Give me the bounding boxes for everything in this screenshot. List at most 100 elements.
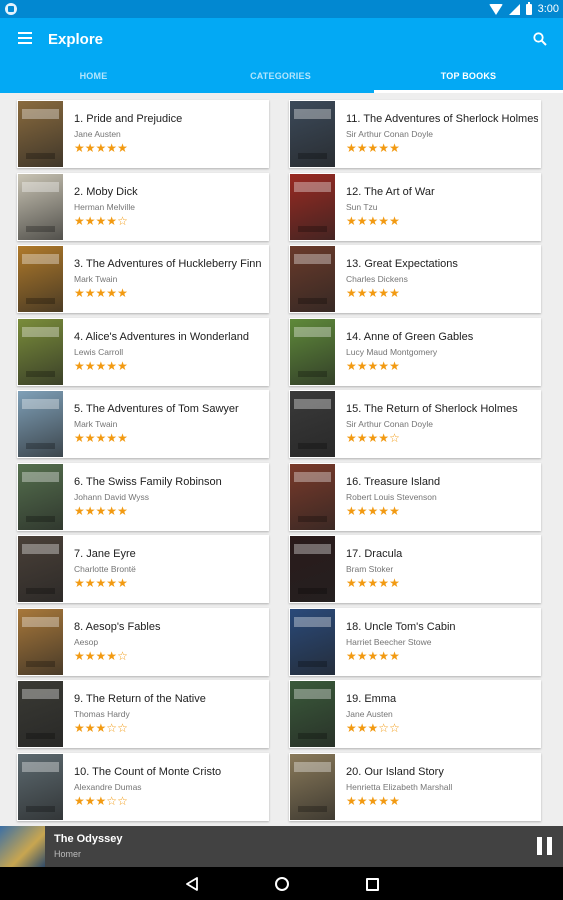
tab-categories[interactable]: CATEGORIES xyxy=(187,63,374,93)
star-filled-icon: ★ xyxy=(117,431,128,445)
book-list: 1. Pride and Prejudice Jane Austen ★★★★★ 2.… xyxy=(0,93,563,826)
star-filled-icon: ★ xyxy=(117,358,128,373)
book-card[interactable]: 4. Alice's Adventures in Wonderland Lewis… xyxy=(17,317,269,386)
book-author: Henrietta Elizabeth Marshall xyxy=(346,781,453,792)
star-filled-icon: ★ xyxy=(346,358,357,373)
star-filled-icon: ★ xyxy=(117,141,128,155)
wifi-icon xyxy=(488,3,503,15)
star-filled-icon: ★ xyxy=(367,213,379,228)
tab-top-books[interactable]: TOP BOOKS xyxy=(374,63,563,93)
book-cover-image xyxy=(18,391,63,457)
star-empty-icon: ☆ xyxy=(106,721,118,735)
book-card[interactable]: 1. Pride and Prejudice Jane Austen ★★★★★ xyxy=(17,100,269,168)
rating-stars: ★★★☆☆ xyxy=(74,722,128,734)
star-filled-icon: ★ xyxy=(367,793,379,808)
book-card[interactable]: 20. Our Island Story Henrietta Elizabeth … xyxy=(289,752,541,821)
rating-stars: ★★★★☆ xyxy=(346,432,400,444)
star-filled-icon: ★ xyxy=(106,213,118,228)
book-title: 7. Jane Eyre xyxy=(74,548,136,560)
star-filled-icon: ★ xyxy=(356,721,368,735)
rating-stars: ★★★★★ xyxy=(74,142,128,154)
star-empty-icon: ☆ xyxy=(117,793,128,808)
book-author: Charles Dickens xyxy=(346,274,408,284)
star-filled-icon: ★ xyxy=(84,358,96,373)
book-card[interactable]: 16. Treasure Island Robert Louis Stevenso… xyxy=(289,462,541,531)
book-card[interactable]: 3. The Adventures of Huckleberry Finn Mar… xyxy=(17,245,269,313)
book-card[interactable]: 13. Great Expectations Charles Dickens ★★★… xyxy=(289,245,541,313)
star-filled-icon: ★ xyxy=(74,431,85,445)
book-card[interactable]: 9. The Return of the Native Thomas Hardy ★… xyxy=(17,680,269,748)
book-author: Thomas Hardy xyxy=(74,709,130,719)
star-filled-icon: ★ xyxy=(106,648,118,663)
book-card[interactable]: 7. Jane Eyre Charlotte Brontë ★★★★★ xyxy=(17,535,269,603)
book-title: 17. Dracula xyxy=(346,548,403,560)
battery-icon xyxy=(525,1,532,15)
star-filled-icon: ★ xyxy=(95,721,107,735)
star-filled-icon: ★ xyxy=(389,286,400,300)
book-author: Robert Louis Stevenson xyxy=(346,491,437,502)
book-author: Charlotte Brontë xyxy=(74,564,136,574)
book-card[interactable]: 2. Moby Dick Herman Melville ★★★★☆ xyxy=(17,172,269,241)
book-card[interactable]: 8. Aesop's Fables Aesop ★★★★☆ xyxy=(17,607,269,676)
star-filled-icon: ★ xyxy=(74,648,85,663)
pause-icon[interactable] xyxy=(537,837,553,855)
book-card[interactable]: 6. The Swiss Family Robinson Johann David… xyxy=(17,462,269,531)
back-icon[interactable] xyxy=(186,877,198,891)
book-card[interactable]: 15. The Return of Sherlock Holmes Sir Art… xyxy=(289,390,541,458)
star-filled-icon: ★ xyxy=(74,358,85,373)
star-filled-icon: ★ xyxy=(378,576,390,590)
star-empty-icon: ☆ xyxy=(106,793,118,808)
search-icon[interactable] xyxy=(533,32,547,46)
star-filled-icon: ★ xyxy=(74,793,85,808)
book-card[interactable]: 18. Uncle Tom's Cabin Harriet Beecher Sto… xyxy=(289,607,541,676)
star-filled-icon: ★ xyxy=(346,141,357,155)
star-filled-icon: ★ xyxy=(356,648,368,663)
book-card[interactable]: 5. The Adventures of Tom Sawyer Mark Twai… xyxy=(17,390,269,458)
book-card[interactable]: 14. Anne of Green Gables Lucy Maud Montgo… xyxy=(289,317,541,386)
star-filled-icon: ★ xyxy=(356,358,368,373)
rating-stars: ★★★★★ xyxy=(74,577,128,589)
home-icon[interactable] xyxy=(275,877,289,891)
menu-icon[interactable] xyxy=(18,32,32,44)
book-title: 9. The Return of the Native xyxy=(74,693,206,705)
book-title: 2. Moby Dick xyxy=(74,185,138,198)
book-title: 12. The Art of War xyxy=(346,185,435,198)
book-card[interactable]: 10. The Count of Monte Cristo Alexandre D… xyxy=(17,752,269,821)
star-filled-icon: ★ xyxy=(95,793,107,808)
book-card[interactable]: 17. Dracula Bram Stoker ★★★★★ xyxy=(289,535,541,603)
book-author: Jane Austen xyxy=(74,129,121,139)
book-card[interactable]: 12. The Art of War Sun Tzu ★★★★★ xyxy=(289,172,541,241)
star-empty-icon: ☆ xyxy=(117,721,128,735)
book-title: 5. The Adventures of Tom Sawyer xyxy=(74,403,239,415)
book-title: 13. Great Expectations xyxy=(346,258,458,270)
star-filled-icon: ★ xyxy=(84,721,96,735)
rating-stars: ★★★★★ xyxy=(74,505,128,517)
book-author: Harriet Beecher Stowe xyxy=(346,636,432,647)
book-title: 15. The Return of Sherlock Holmes xyxy=(346,403,518,415)
book-cover-image xyxy=(290,463,335,530)
star-filled-icon: ★ xyxy=(378,213,390,228)
now-playing-bar[interactable]: The Odyssey Homer xyxy=(0,826,563,867)
rating-stars: ★★★★★ xyxy=(346,505,400,517)
rating-stars: ★★★★★ xyxy=(74,360,128,372)
app-bar: Explore xyxy=(0,18,563,63)
star-filled-icon: ★ xyxy=(378,358,390,373)
star-filled-icon: ★ xyxy=(95,358,107,373)
star-filled-icon: ★ xyxy=(346,503,357,518)
book-card[interactable]: 11. The Adventures of Sherlock Holmes Sir… xyxy=(289,100,541,168)
book-title: 10. The Count of Monte Cristo xyxy=(74,765,222,778)
star-filled-icon: ★ xyxy=(367,286,379,300)
star-filled-icon: ★ xyxy=(389,793,400,808)
book-card[interactable]: 19. Emma Jane Austen ★★★☆☆ xyxy=(289,680,541,748)
system-nav-bar xyxy=(0,867,563,900)
star-filled-icon: ★ xyxy=(84,431,96,445)
star-filled-icon: ★ xyxy=(367,141,379,155)
recents-icon[interactable] xyxy=(366,878,379,891)
star-empty-icon: ☆ xyxy=(389,431,400,445)
star-filled-icon: ★ xyxy=(74,721,85,735)
star-filled-icon: ★ xyxy=(389,503,400,518)
star-filled-icon: ★ xyxy=(117,286,128,300)
tab-home[interactable]: HOME xyxy=(0,63,187,93)
star-filled-icon: ★ xyxy=(378,431,390,445)
book-cover-image xyxy=(18,173,63,240)
